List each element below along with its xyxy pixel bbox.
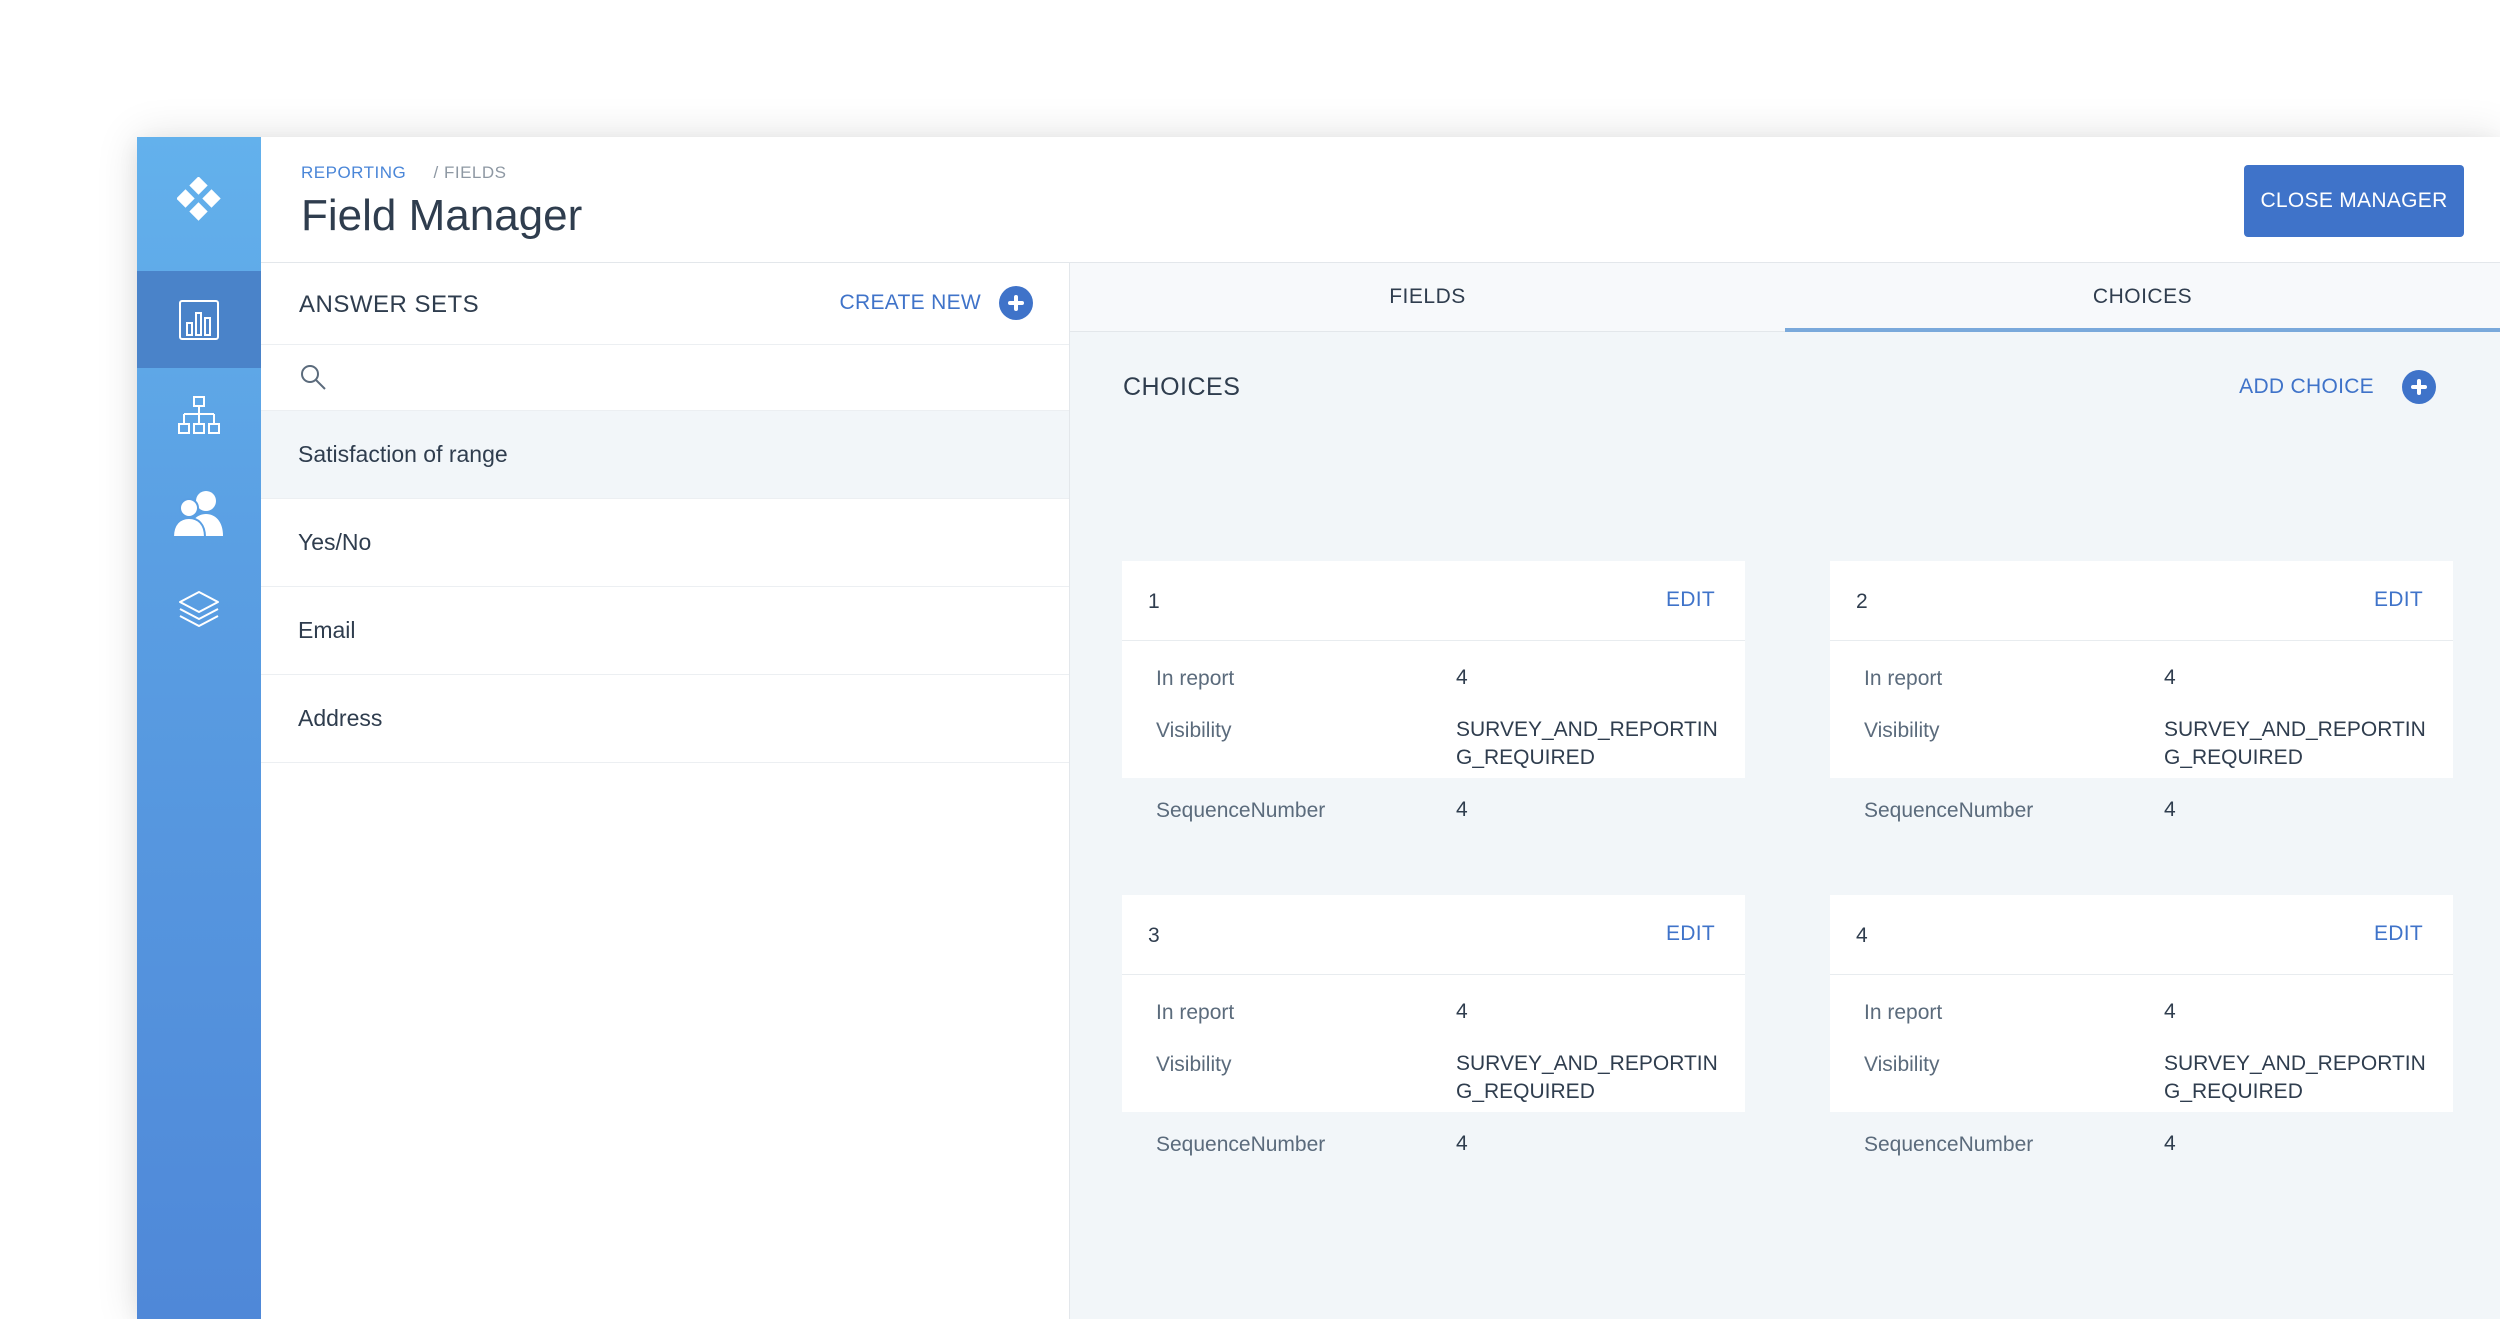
answer-set-item[interactable]: Yes/No (261, 499, 1069, 587)
sequence-value: 4 (1456, 798, 1468, 821)
in-report-label: In report (1156, 667, 1235, 690)
choices-panel: FIELDS CHOICES CHOICES ADD CHOICE 1 EDIT… (1070, 263, 2500, 1319)
answer-sets-panel: ANSWER SETS CREATE NEW Satisfaction of r… (261, 263, 1070, 1319)
visibility-value: SURVEY_AND_REPORTING_REQUIRED (2164, 718, 2426, 769)
create-new-label: CREATE NEW (839, 291, 981, 314)
sequence-label: SequenceNumber (1864, 799, 2034, 822)
add-choice-label: ADD CHOICE (2239, 375, 2374, 398)
breadcrumb-reporting-link[interactable]: REPORTING (301, 163, 406, 182)
visibility-label: Visibility (1156, 1053, 1232, 1076)
hierarchy-icon (178, 395, 220, 434)
choice-card-header: 3 EDIT (1122, 895, 1745, 975)
create-new-button[interactable]: CREATE NEW (840, 285, 1033, 321)
sequence-value: 4 (2164, 1132, 2176, 1155)
visibility-label: Visibility (1156, 719, 1232, 742)
in-report-label: In report (1864, 667, 1943, 690)
in-report-value: 4 (2164, 666, 2176, 689)
choice-card-header: 1 EDIT (1122, 561, 1745, 641)
visibility-value: SURVEY_AND_REPORTING_REQUIRED (2164, 1052, 2426, 1103)
sidebar-item-reports[interactable] (137, 271, 261, 368)
sidebar (137, 137, 261, 1319)
edit-choice-button[interactable]: EDIT (1666, 588, 1715, 612)
edit-choice-button[interactable]: EDIT (1666, 922, 1715, 946)
in-report-value: 4 (1456, 1000, 1468, 1023)
breadcrumb-current: FIELDS (443, 163, 507, 182)
choices-title: CHOICES (1123, 373, 1241, 401)
sequence-label: SequenceNumber (1864, 1133, 2034, 1156)
choices-header: CHOICES ADD CHOICE (1123, 365, 2436, 409)
search-icon (301, 365, 326, 390)
answer-set-item[interactable]: Email (261, 587, 1069, 675)
breadcrumb: REPORTING / FIELDS (301, 163, 507, 183)
answer-set-item[interactable]: Satisfaction of range (261, 411, 1069, 499)
search-input[interactable] (341, 355, 1049, 401)
add-choice-button[interactable]: ADD CHOICE (2239, 365, 2436, 409)
plus-circle-icon (2402, 370, 2436, 404)
choice-number: 2 (1856, 590, 1868, 613)
edit-choice-button[interactable]: EDIT (2374, 588, 2423, 612)
choice-card-body: In report 4 Visibility SURVEY_AND_REPORT… (1830, 975, 2453, 1156)
sidebar-item-hierarchy[interactable] (137, 367, 261, 464)
choice-card-header: 4 EDIT (1830, 895, 2453, 975)
app-logo[interactable] (137, 137, 261, 261)
choice-number: 1 (1148, 590, 1160, 613)
choice-card-body: In report 4 Visibility SURVEY_AND_REPORT… (1122, 641, 1745, 822)
in-report-value: 4 (2164, 1000, 2176, 1023)
sequence-value: 4 (1456, 1132, 1468, 1155)
tab-choices[interactable]: CHOICES (1785, 263, 2500, 332)
visibility-label: Visibility (1864, 1053, 1940, 1076)
choice-number: 4 (1856, 924, 1868, 947)
page-header: REPORTING / FIELDS Field Manager CLOSE M… (261, 137, 2500, 263)
choice-card-body: In report 4 Visibility SURVEY_AND_REPORT… (1830, 641, 2453, 822)
sequence-label: SequenceNumber (1156, 1133, 1326, 1156)
sidebar-item-users[interactable] (137, 464, 261, 561)
visibility-label: Visibility (1864, 719, 1940, 742)
visibility-value: SURVEY_AND_REPORTING_REQUIRED (1456, 718, 1718, 769)
layers-icon (179, 590, 219, 627)
tab-fields[interactable]: FIELDS (1070, 263, 1785, 331)
choice-number: 3 (1148, 924, 1160, 947)
in-report-value: 4 (1456, 666, 1468, 689)
in-report-label: In report (1864, 1001, 1943, 1024)
breadcrumb-separator: / (433, 163, 439, 182)
sequence-label: SequenceNumber (1156, 799, 1326, 822)
sidebar-item-layers[interactable] (137, 561, 261, 658)
in-report-label: In report (1156, 1001, 1235, 1024)
answer-set-item[interactable]: Address (261, 675, 1069, 763)
sequence-value: 4 (2164, 798, 2176, 821)
choice-card: 1 EDIT In report 4 Visibility SURVEY_AND… (1122, 561, 1745, 822)
edit-choice-button[interactable]: EDIT (2374, 922, 2423, 946)
users-icon (171, 490, 223, 538)
tab-bar: FIELDS CHOICES (1070, 263, 2500, 332)
field-manager-window: REPORTING / FIELDS Field Manager CLOSE M… (137, 137, 2500, 1319)
answer-sets-header: ANSWER SETS CREATE NEW (261, 263, 1069, 345)
choice-card: 4 EDIT In report 4 Visibility SURVEY_AND… (1830, 895, 2453, 1156)
answer-sets-title: ANSWER SETS (299, 291, 480, 318)
page-title: Field Manager (301, 191, 583, 240)
close-manager-button[interactable]: CLOSE MANAGER (2244, 165, 2464, 237)
visibility-value: SURVEY_AND_REPORTING_REQUIRED (1456, 1052, 1718, 1103)
plus-circle-icon (999, 286, 1033, 320)
choice-card: 3 EDIT In report 4 Visibility SURVEY_AND… (1122, 895, 1745, 1156)
diamond-logo-icon (177, 177, 221, 221)
answer-sets-search (261, 345, 1069, 411)
choice-card: 2 EDIT In report 4 Visibility SURVEY_AND… (1830, 561, 2453, 822)
choice-card-body: In report 4 Visibility SURVEY_AND_REPORT… (1122, 975, 1745, 1156)
choice-card-header: 2 EDIT (1830, 561, 2453, 641)
bar-chart-icon (179, 299, 219, 340)
